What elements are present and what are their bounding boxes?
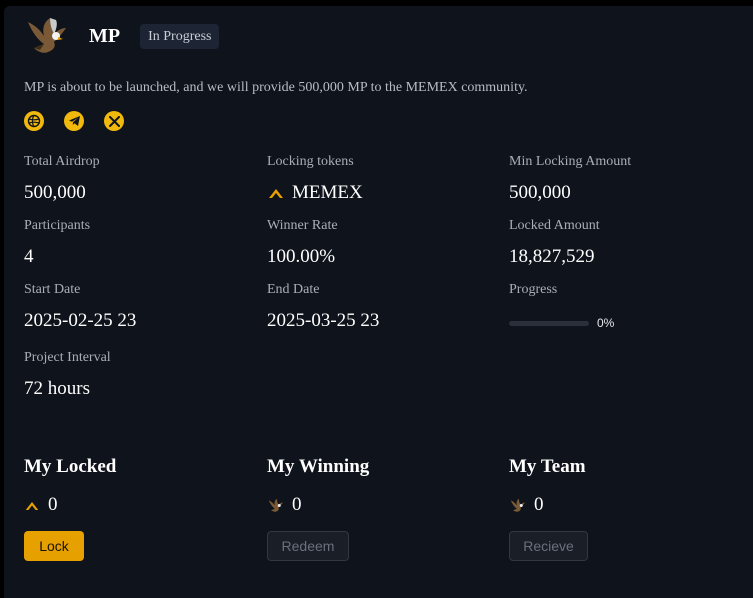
stat-start-date: Start Date 2025-02-25 23: [24, 282, 136, 332]
stat-value: 2025-02-25 23: [24, 310, 137, 331]
stat-label: Start Date: [24, 282, 81, 297]
stat-value: 500,000: [24, 182, 86, 203]
receive-button[interactable]: Recieve: [509, 531, 588, 561]
x-icon[interactable]: [104, 111, 124, 131]
stat-label: Progress: [509, 282, 558, 297]
stat-label: Project Interval: [24, 350, 111, 365]
stat-label: Total Airdrop: [24, 154, 100, 169]
amount-value: 0: [48, 494, 58, 515]
stat-value: 2025-03-25 23: [267, 310, 380, 331]
stat-value: 18,827,529: [509, 246, 595, 267]
stat-winner-rate: Winner Rate 100.00%: [267, 218, 338, 268]
stat-value: 4: [24, 246, 34, 267]
stat-value: 72 hours: [24, 378, 90, 399]
section-title: My Team: [509, 456, 586, 477]
redeem-button[interactable]: Redeem: [267, 531, 349, 561]
memex-icon: [269, 189, 283, 198]
locking-token-name: MEMEX: [292, 182, 363, 203]
my-team-section: My Team 0: [509, 456, 586, 516]
my-winning-section: My Winning 0: [267, 456, 369, 516]
telegram-icon[interactable]: [64, 111, 84, 131]
stat-value: MEMEX: [267, 182, 363, 204]
project-description: MP is about to be launched, and we will …: [24, 80, 528, 95]
stat-label: Min Locking Amount: [509, 154, 632, 169]
stat-total-airdrop: Total Airdrop 500,000: [24, 154, 100, 204]
stat-project-interval: Project Interval 72 hours: [24, 350, 111, 400]
stat-locking-tokens: Locking tokens MEMEX: [267, 154, 363, 204]
stat-label: Locking tokens: [267, 154, 354, 169]
eagle-icon: [24, 16, 68, 56]
social-links: [24, 111, 124, 131]
stat-min-locking-amount: Min Locking Amount 500,000: [509, 154, 631, 204]
stat-value: 100.00%: [267, 246, 336, 267]
progress-bar: [509, 320, 589, 326]
stat-label: Winner Rate: [267, 218, 338, 233]
stat-label: Locked Amount: [509, 218, 600, 233]
memex-icon: [25, 501, 39, 510]
stat-value: 500,000: [509, 182, 571, 203]
my-team-amount: 0: [509, 494, 586, 516]
section-title: My Winning: [267, 456, 370, 477]
stat-label: Participants: [24, 218, 91, 233]
stat-locked-amount: Locked Amount 18,827,529: [509, 218, 600, 268]
my-winning-amount: 0: [267, 494, 369, 516]
eagle-icon: [268, 498, 283, 512]
status-badge: In Progress: [140, 23, 220, 49]
my-locked-amount: 0: [24, 494, 116, 516]
section-title: My Locked: [24, 456, 117, 477]
stat-participants: Participants 4: [24, 218, 90, 268]
project-header: MP In Progress: [24, 16, 220, 56]
my-locked-section: My Locked 0: [24, 456, 116, 516]
amount-value: 0: [534, 494, 544, 515]
stat-progress: Progress 0%: [509, 282, 614, 330]
stat-end-date: End Date 2025-03-25 23: [267, 282, 379, 332]
lock-button[interactable]: Lock: [24, 531, 84, 561]
progress-percent: 0%: [597, 316, 615, 330]
project-title: MP: [89, 24, 121, 47]
globe-icon[interactable]: [24, 111, 44, 131]
eagle-icon: [510, 498, 525, 512]
amount-value: 0: [292, 494, 302, 515]
progress-indicator: 0%: [509, 316, 614, 330]
stat-label: End Date: [267, 282, 320, 297]
